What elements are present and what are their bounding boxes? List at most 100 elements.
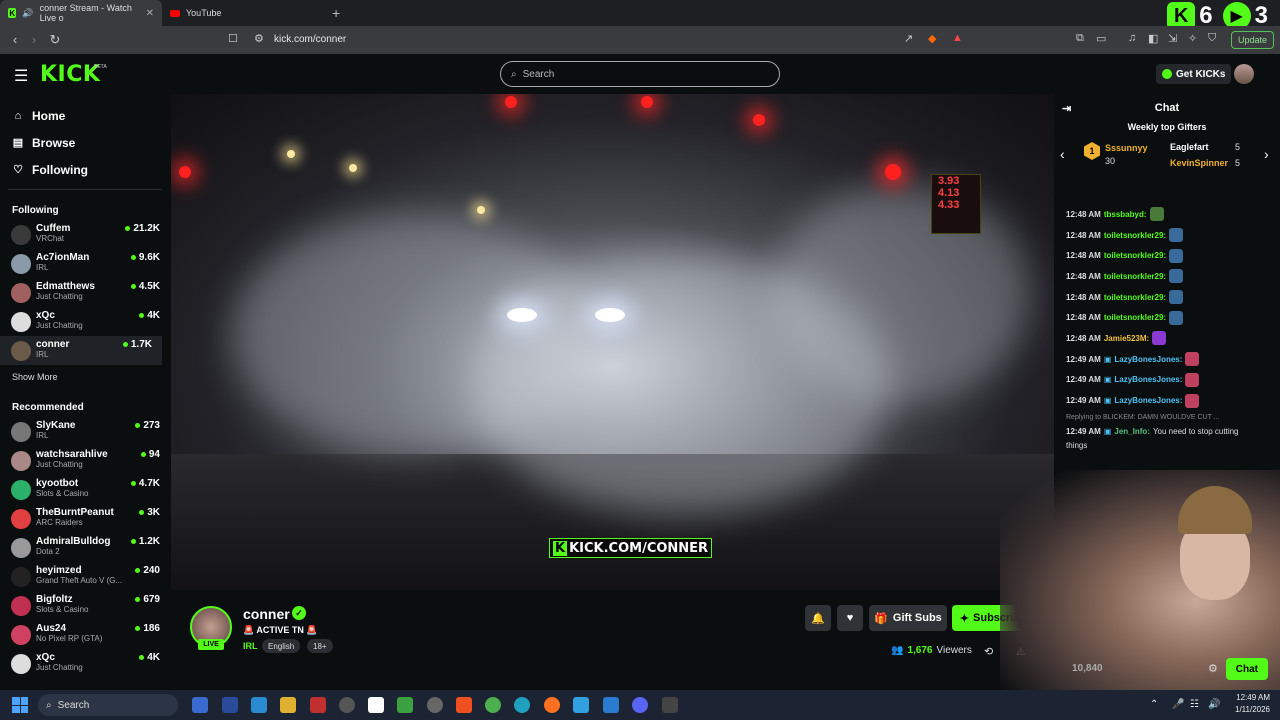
tab-kick[interactable]: K 🔊 conner Stream - Watch Live o ✕	[0, 0, 162, 26]
chat-send-button[interactable]: Chat	[1225, 658, 1268, 680]
tag-mature[interactable]: 18+	[307, 639, 333, 653]
get-kicks-button[interactable]: Get KICKs	[1156, 64, 1232, 84]
gift-subs-button[interactable]: 🎁 Gift Subs	[869, 605, 947, 631]
taskbar-search[interactable]: ⌕ Search	[38, 694, 178, 716]
search-input[interactable]: ⌕ Search	[500, 61, 780, 87]
viewer-count: 21.2K	[125, 223, 160, 234]
message-user[interactable]: LazyBonesJones:	[1114, 375, 1182, 384]
url-field[interactable]: kick.com/conner	[274, 34, 346, 45]
settings-icon[interactable]: ⚙	[1208, 662, 1218, 675]
channel-item[interactable]: Ac7ionMan IRL 9.6K	[0, 249, 170, 278]
sidebar-item-browse[interactable]: ▤ Browse	[0, 129, 170, 156]
message-user[interactable]: Jamie523M:	[1104, 334, 1149, 343]
menu-icon[interactable]: ☰	[14, 66, 28, 86]
message-user[interactable]: Jen_Info:	[1114, 427, 1150, 436]
channel-item[interactable]: TheBurntPeanut ARC Raiders 3K	[0, 504, 170, 533]
message-user[interactable]: LazyBonesJones:	[1114, 355, 1182, 364]
channel-item-selected[interactable]: conner IRL 1.7K	[0, 336, 162, 365]
user-avatar[interactable]	[1234, 64, 1254, 84]
chevron-right-icon[interactable]: ›	[1264, 146, 1269, 162]
edge-icon[interactable]	[514, 697, 530, 713]
app-icon[interactable]	[192, 697, 208, 713]
gifter-name[interactable]: Eaglefart	[1170, 142, 1209, 152]
app-icon[interactable]	[573, 697, 589, 713]
sidebar-item-home[interactable]: ⌂ Home	[0, 102, 170, 129]
tray-chevron-icon[interactable]: ⌃	[1150, 699, 1158, 710]
channel-points[interactable]: 10,840	[1072, 663, 1103, 674]
app-icon[interactable]	[427, 697, 443, 713]
recommended-section-title: Recommended	[12, 401, 84, 413]
chevron-left-icon[interactable]: ‹	[1060, 146, 1065, 162]
kick-watermark-icon: K	[553, 540, 568, 556]
channel-item[interactable]: Edmatthews Just Chatting 4.5K	[0, 278, 170, 307]
app-icon[interactable]	[662, 697, 678, 713]
channel-item[interactable]: watchsarahlive Just Chatting 94	[0, 446, 170, 475]
share-icon[interactable]: ↗	[904, 32, 913, 45]
windows-start-icon[interactable]	[12, 697, 28, 713]
update-button[interactable]: Update	[1230, 31, 1274, 49]
channel-item[interactable]: Cuffem VRChat 21.2K	[0, 220, 170, 249]
app-icon[interactable]	[368, 697, 384, 713]
tab-youtube[interactable]: YouTube	[162, 0, 322, 26]
back-icon[interactable]: ‹	[5, 32, 25, 47]
message-user[interactable]: tbssbabyd:	[1104, 210, 1147, 219]
follow-button[interactable]: ♥	[837, 605, 863, 631]
close-tab-icon[interactable]: ✕	[146, 8, 154, 19]
reload-icon[interactable]: ↻	[45, 32, 65, 48]
network-icon[interactable]: ☷	[1190, 699, 1199, 710]
discord-icon[interactable]	[632, 697, 648, 713]
gifter-name[interactable]: Sssunnyy	[1105, 143, 1148, 153]
message-user[interactable]: toiletsnorkler29:	[1104, 231, 1166, 240]
channel-item[interactable]: SlyKane IRL 273	[0, 417, 170, 446]
message-user[interactable]: toiletsnorkler29:	[1104, 293, 1166, 302]
sidebar-item-following[interactable]: ♡ Following	[0, 156, 170, 183]
tag-language[interactable]: English	[262, 639, 301, 653]
clock[interactable]: 12:49 AM 1/11/2026	[1235, 692, 1270, 716]
collapse-chat-icon[interactable]: ⇥	[1062, 102, 1071, 115]
wallet-icon[interactable]: ▭	[1096, 32, 1106, 45]
brave-shield-icon[interactable]: ◆	[928, 32, 936, 45]
channel-item[interactable]: Aus24 No Pixel RP (GTA) 186	[0, 620, 170, 649]
media-icon[interactable]: ♫	[1128, 32, 1136, 44]
leo-icon[interactable]: ✧	[1188, 32, 1197, 45]
streamer-name[interactable]: conner	[243, 606, 290, 622]
sidebar-icon[interactable]: ◧	[1148, 32, 1158, 45]
new-tab-icon[interactable]: +	[332, 5, 340, 21]
extensions-icon[interactable]: ⧉	[1076, 32, 1084, 45]
vscode-icon[interactable]	[603, 697, 619, 713]
video-player[interactable]: 3.93 4.13 4.33 K KICK.COM/CONNER	[171, 94, 1054, 590]
app-icon[interactable]	[310, 697, 326, 713]
volume-icon[interactable]: 🔊	[1208, 699, 1220, 710]
notification-bell-button[interactable]: 🔔	[805, 605, 831, 631]
bookmark-icon[interactable]: ☐	[228, 32, 238, 45]
channel-item[interactable]: kyootbot Slots & Casino 4.7K	[0, 475, 170, 504]
gifter-name[interactable]: KevinSpinner	[1170, 158, 1228, 168]
channel-item[interactable]: AdmiralBulldog Dota 2 1.2K	[0, 533, 170, 562]
chrome-icon[interactable]	[485, 697, 501, 713]
show-more-link[interactable]: Show More	[0, 367, 170, 387]
brave-icon[interactable]	[456, 697, 472, 713]
app-icon[interactable]	[251, 697, 267, 713]
channel-item[interactable]: Bigfoltz Slots & Casino 679	[0, 591, 170, 620]
firefox-icon[interactable]	[544, 697, 560, 713]
channel-item[interactable]: heyimzed Grand Theft Auto V (G... 240	[0, 562, 170, 591]
rewards-icon[interactable]: ▲	[952, 32, 963, 44]
message-user[interactable]: toiletsnorkler29:	[1104, 313, 1166, 322]
forward-icon[interactable]: ›	[24, 32, 44, 47]
reading-list-icon[interactable]: ⇲	[1168, 32, 1177, 45]
app-icon[interactable]	[222, 697, 238, 713]
app-icon[interactable]	[397, 697, 413, 713]
message-user[interactable]: toiletsnorkler29:	[1104, 251, 1166, 260]
site-info-icon[interactable]: ⚙	[254, 32, 264, 45]
stream-category[interactable]: IRL	[243, 641, 258, 651]
app-icon[interactable]	[339, 697, 355, 713]
file-explorer-icon[interactable]	[280, 697, 296, 713]
channel-item[interactable]: xQc Just Chatting 4K	[0, 307, 170, 336]
message-user[interactable]: LazyBonesJones:	[1114, 396, 1182, 405]
vpn-icon[interactable]: ⛉	[1208, 32, 1216, 45]
kick-logo[interactable]: KICK	[40, 62, 100, 87]
microphone-icon[interactable]: 🎤	[1172, 699, 1184, 710]
share-icon[interactable]: ⟲	[984, 645, 993, 658]
message-user[interactable]: toiletsnorkler29:	[1104, 272, 1166, 281]
channel-item[interactable]: xQc Just Chatting 4K	[0, 649, 170, 678]
